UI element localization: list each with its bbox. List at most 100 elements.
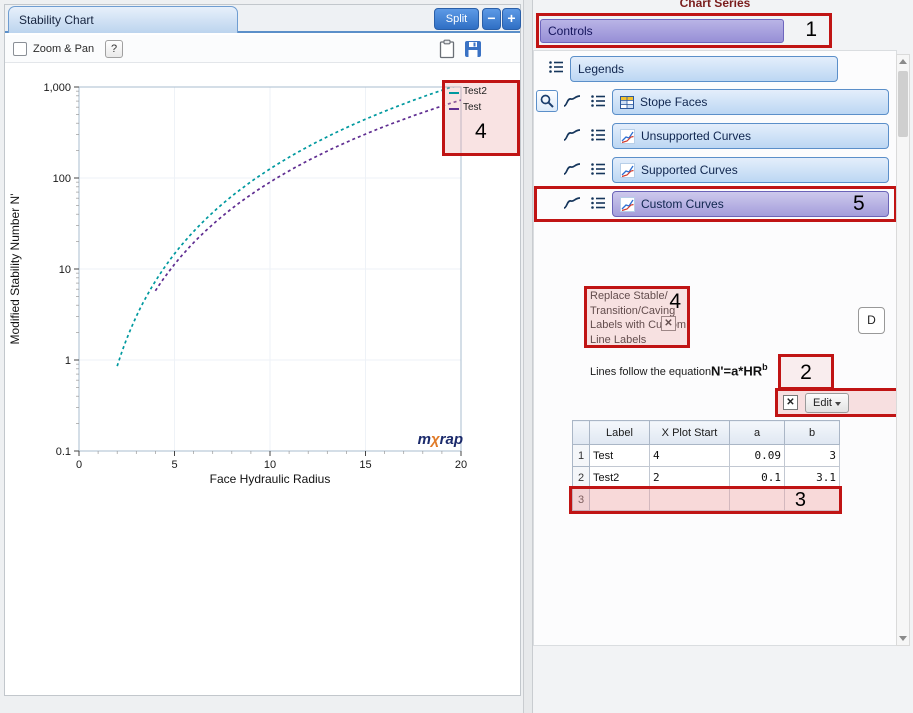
series-label: Stope Faces (640, 95, 707, 109)
table-grid-icon (620, 96, 634, 109)
unsupported-chart-button[interactable] (561, 124, 583, 146)
d-button[interactable]: D (858, 307, 885, 334)
legend-entry: Test (445, 102, 517, 115)
search-button[interactable] (536, 90, 558, 112)
annotation-number-4-panel: 4 (669, 291, 681, 312)
search-icon (540, 94, 555, 109)
curves-icon (620, 163, 635, 178)
unsupported-list-button[interactable] (587, 124, 609, 146)
legend-label-test: Test (463, 102, 481, 113)
equation-formula: N'=a*HRb (711, 362, 768, 378)
stability-chart: 0.1 1 10 100 1,000 0 5 10 15 20 Face Hydraulic Rad… (5, 63, 520, 695)
annotation-box-5: 5 (534, 186, 897, 222)
cell-x-plot-start[interactable]: 4 (650, 445, 730, 467)
scroll-up-icon[interactable] (899, 59, 907, 64)
tab-strip: Stability Chart Split − + (5, 5, 520, 33)
tab-stability-chart[interactable]: Stability Chart (8, 6, 238, 33)
svg-text:15: 15 (359, 459, 371, 471)
svg-text:1,000: 1,000 (43, 82, 71, 94)
annotation-number-1: 1 (805, 19, 817, 40)
svg-text:5: 5 (171, 459, 177, 471)
chart-toolbar: Zoom & Pan ? (5, 35, 520, 63)
annotation-number-3: 3 (795, 490, 806, 510)
zoom-pan-label: Zoom & Pan (33, 43, 94, 55)
annotation-box-2: 2 (778, 354, 834, 390)
series-button-legends[interactable]: Legends (570, 56, 838, 82)
help-button[interactable]: ? (105, 40, 123, 58)
legend-marker-test2 (449, 92, 459, 94)
chart-series-panel: Chart Series Controls 1 Legends (533, 0, 913, 713)
annotation-box-2-controls: ✕ Edit (775, 388, 900, 417)
panel-splitter[interactable] (523, 0, 533, 713)
split-button[interactable]: Split (434, 8, 479, 30)
curves-icon (620, 129, 635, 144)
series-label: Supported Curves (641, 163, 738, 177)
clipboard-icon (438, 39, 456, 59)
minimize-button[interactable]: − (482, 8, 501, 30)
svg-text:100: 100 (53, 173, 71, 185)
scrollbar-thumb[interactable] (898, 71, 908, 137)
series-label: Legends (578, 62, 624, 76)
line-chart-icon (563, 93, 581, 109)
mxrap-logo: mχrap (409, 431, 463, 448)
list-icon (590, 161, 606, 177)
annotation-number-2: 2 (800, 362, 812, 383)
svg-text:10: 10 (59, 264, 71, 276)
svg-text:20: 20 (455, 459, 467, 471)
series-button-unsupported-curves[interactable]: Unsupported Curves (612, 123, 889, 149)
table-row: 1 Test 4 0.09 3 (573, 445, 840, 467)
custom-lines-checkbox[interactable]: ✕ (783, 395, 798, 410)
list-icon (590, 127, 606, 143)
legends-list-button[interactable] (545, 56, 567, 78)
save-floppy-icon (463, 39, 483, 59)
svg-text:Face Hydraulic Radius: Face Hydraulic Radius (210, 472, 331, 486)
column-header-a: a (730, 421, 785, 445)
copy-to-clipboard-button[interactable] (435, 37, 459, 61)
zoom-pan-checkbox[interactable] (13, 42, 27, 56)
annotation-number-4-chart: 4 (475, 121, 487, 142)
cell-b[interactable]: 3 (785, 445, 840, 467)
stability-chart-panel: Stability Chart Split − + Zoom & Pan ? (4, 4, 521, 696)
column-header-label: Label (590, 421, 650, 445)
legend-label-test2: Test2 (463, 86, 487, 97)
annotation-box-3: 3 (569, 486, 842, 514)
column-header-b: b (785, 421, 840, 445)
cell-label[interactable]: Test (590, 445, 650, 467)
row-number: 1 (573, 445, 590, 467)
add-view-button[interactable]: + (502, 8, 521, 30)
svg-text:1: 1 (65, 355, 71, 367)
supported-chart-button[interactable] (561, 158, 583, 180)
annotation-box-1: 1 (536, 13, 832, 48)
series-button-supported-curves[interactable]: Supported Curves (612, 157, 889, 183)
stope-faces-chart-button[interactable] (561, 90, 583, 112)
legend-marker-test (449, 108, 459, 110)
column-header-x-plot-start: X Plot Start (650, 421, 730, 445)
vertical-scrollbar[interactable] (896, 54, 910, 646)
cell-a[interactable]: 0.09 (730, 445, 785, 467)
svg-text:0.1: 0.1 (56, 446, 71, 458)
edit-button-label: Edit (813, 397, 832, 409)
legend-entry: Test2 (445, 86, 517, 99)
save-button[interactable] (461, 37, 485, 61)
column-header-rownum (573, 421, 590, 445)
list-icon (548, 59, 564, 75)
edit-button[interactable]: Edit (805, 393, 849, 413)
supported-list-button[interactable] (587, 158, 609, 180)
list-icon (590, 93, 606, 109)
svg-text:0: 0 (76, 459, 82, 471)
series-button-stope-faces[interactable]: Stope Faces (612, 89, 889, 115)
series-label: Unsupported Curves (641, 129, 751, 143)
annotation-box-4-panel: 4 (584, 286, 690, 348)
stope-faces-list-button[interactable] (587, 90, 609, 112)
svg-text:Modified Stability Number N': Modified Stability Number N' (8, 193, 22, 344)
svg-text:10: 10 (264, 459, 276, 471)
mxrap-window: Stability Chart Split − + Zoom & Pan ? (0, 0, 913, 713)
annotation-box-4-chart: Test2 Test 4 (442, 80, 520, 156)
panel-title: Chart Series (533, 0, 897, 10)
line-chart-icon (563, 127, 581, 143)
line-chart-icon (563, 161, 581, 177)
chart-area: 0.1 1 10 100 1,000 0 5 10 15 20 Face Hydraulic Rad… (5, 63, 520, 695)
equation-label: Lines follow the equation: (590, 366, 714, 378)
chevron-down-icon (835, 402, 841, 406)
scroll-down-icon[interactable] (899, 636, 907, 641)
